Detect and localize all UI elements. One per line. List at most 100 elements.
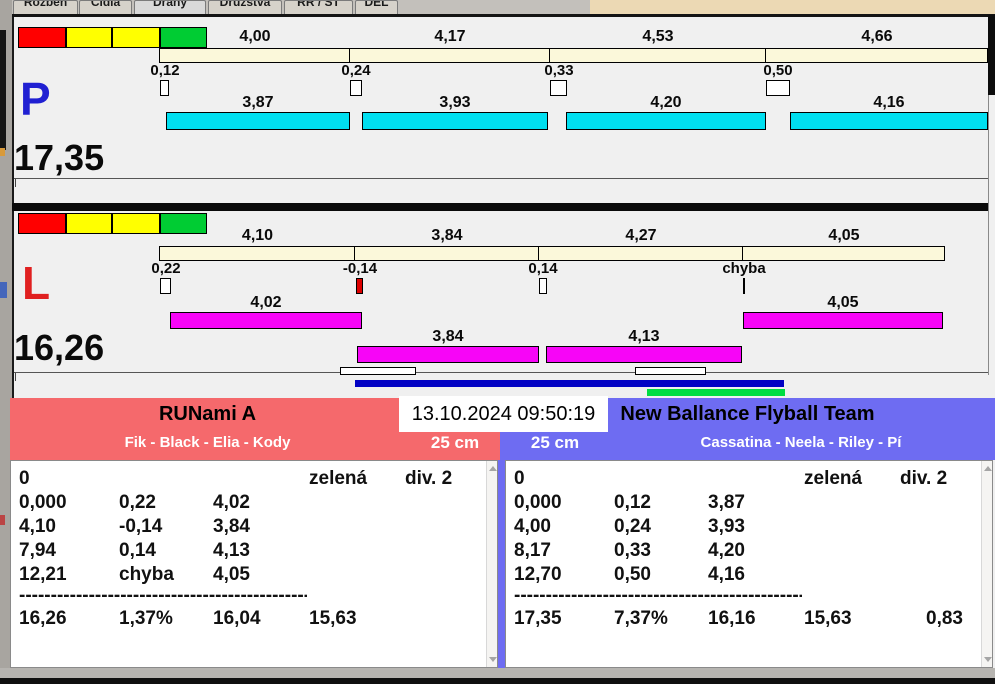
lane-p-run-segment-label: 4,53 — [642, 28, 674, 45]
lane-p-split-label: 4,16 — [873, 94, 905, 111]
lane-l-split-label: 4,13 — [628, 328, 660, 345]
left-table-cell: 3,84 — [213, 516, 250, 537]
right-table-cell: 4,20 — [708, 540, 745, 561]
left-table-separator: ----------------------------------------… — [19, 591, 307, 603]
tab-5[interactable]: RR / ST — [284, 0, 353, 14]
progress-bar-solid — [355, 380, 784, 387]
lane-separator — [12, 203, 988, 211]
lane-l-letter: L — [22, 257, 51, 309]
lane-p-split-label: 4,20 — [650, 94, 682, 111]
window-right-border — [988, 95, 989, 375]
lane-l-changeover-label: chyba — [722, 260, 766, 277]
left-table-cell: 4,05 — [213, 564, 250, 585]
jump-height-left: 25 cm — [430, 433, 480, 452]
progress-bar-outline — [635, 367, 706, 375]
lane-p-letter: P — [20, 73, 51, 125]
lane-l-run-segment-bar — [354, 246, 539, 261]
progress-bar-outline — [340, 367, 416, 375]
results-divider-strip — [498, 460, 505, 668]
lane-l-changeover-box — [539, 278, 547, 294]
timestamp: 13.10.2024 09:50:19 — [411, 403, 596, 425]
right-table-cell: 12,70 — [514, 564, 562, 585]
lane-p-split-label: 3,93 — [439, 94, 471, 111]
tab-1[interactable]: Rozběh — [13, 0, 78, 14]
lane-l-run-segment-bar — [159, 246, 355, 261]
left-table-cell: 4,02 — [213, 492, 250, 513]
lane-l-split-bar — [743, 312, 943, 329]
left-table-cell: 7,94 — [19, 540, 56, 561]
tab-4[interactable]: Družstva — [208, 0, 282, 14]
lane-p-changeover-label: 0,12 — [150, 62, 180, 79]
left-table-cell: 0 — [19, 468, 30, 489]
results-text-right[interactable]: 0 zelená div. 2 0,000 0,12 3,87 4,00 0,24 3,93 8,… — [505, 460, 993, 668]
right-table-cell: 4,16 — [708, 564, 745, 585]
lane-p-changeover-label: 0,50 — [763, 62, 793, 79]
lane-l-changeover-box — [356, 278, 363, 294]
scroll-up-icon[interactable] — [984, 466, 992, 471]
lane-l-split-bar — [170, 312, 362, 329]
right-scrollbar[interactable] — [981, 461, 992, 667]
left-table-cell: div. 2 — [405, 468, 453, 489]
tab-6[interactable]: DEL — [355, 0, 398, 14]
lane-l-split-bar — [357, 346, 539, 363]
lane-p-split-bar — [566, 112, 766, 130]
team-dogs-right: Cassatina - Neela - Riley - Pí — [700, 434, 902, 451]
lane-p-traffic-light-cell — [18, 27, 66, 48]
right-table-cell: 4,00 — [514, 516, 551, 537]
tab-label: Rozběh — [23, 0, 68, 9]
left-table-cell: chyba — [119, 564, 174, 585]
left-table-cell: 12,21 — [19, 564, 67, 585]
tab-label: DEL — [364, 0, 389, 9]
lane-l-bottom-tick — [15, 373, 16, 381]
timestamp-box: 13.10.2024 09:50:19 — [399, 396, 608, 432]
team-name-left: RUNami A — [158, 403, 257, 425]
tab-3[interactable]: Dráhy — [134, 0, 206, 14]
background-window-sliver — [0, 515, 5, 525]
lane-p-changeover-box — [550, 80, 567, 96]
lane-p-run-segment-bar — [159, 48, 350, 63]
lane-l-run-segment-bar — [538, 246, 743, 261]
lane-p-run-segment-bar — [349, 48, 550, 63]
lane-l-run-segment-label: 4,05 — [828, 227, 860, 244]
lane-p-bottom-tick — [15, 179, 16, 187]
scroll-up-icon[interactable] — [489, 466, 497, 471]
left-totals-cell: 16,04 — [213, 608, 261, 629]
right-table-cell: div. 2 — [900, 468, 948, 489]
tab-bar: Rozběh Čidla Dráhy Družstva RR / ST DEL — [12, 0, 590, 14]
lane-p-changeover-label: 0,33 — [544, 62, 574, 79]
lane-p-run-segment-bar — [765, 48, 988, 63]
left-scrollbar[interactable] — [486, 461, 497, 667]
left-table-cell: zelená — [309, 468, 368, 489]
lane-l-bottom-line — [14, 372, 988, 373]
lane-p-split-label: 3,87 — [242, 94, 274, 111]
tab-label: Dráhy — [152, 0, 187, 9]
left-table-cell: 4,13 — [213, 540, 250, 561]
scroll-down-icon[interactable] — [984, 657, 992, 662]
lane-p-run-segment-label: 4,66 — [861, 28, 893, 45]
lane-p-split-bar — [362, 112, 548, 130]
background-window-sliver — [0, 30, 6, 150]
lane-p-changeover-box — [350, 80, 362, 96]
results-text-left[interactable]: 0 zelená div. 2 0,000 0,22 4,02 4,10 -0,14 3,84 7… — [10, 460, 498, 668]
scroll-down-icon[interactable] — [489, 657, 497, 662]
lane-l-changeover-label: -0,14 — [342, 260, 378, 277]
lane-l-traffic-light-cell — [66, 213, 112, 234]
left-table-cell: -0,14 — [119, 516, 163, 537]
right-table-cell: 3,87 — [708, 492, 745, 513]
tab-2[interactable]: Čidla — [79, 0, 132, 14]
right-totals-cell: 0,83 — [926, 608, 963, 629]
lane-p-changeover-label: 0,24 — [341, 62, 371, 79]
right-table-cell: 3,93 — [708, 516, 745, 537]
lane-l-changeover-label: 0,22 — [151, 260, 181, 277]
lane-p-changeover-box — [160, 80, 169, 96]
right-table-cell: 0,33 — [614, 540, 651, 561]
lane-l-run-segment-bar — [742, 246, 945, 261]
lane-l-split-label: 3,84 — [432, 328, 464, 345]
tab-label: Družstva — [219, 0, 271, 9]
lane-l-run-segment-label: 3,84 — [431, 227, 463, 244]
right-table-cell: 8,17 — [514, 540, 551, 561]
left-totals-cell: 15,63 — [309, 608, 357, 629]
jump-height-right: 25 cm — [530, 433, 580, 452]
lane-l-split-label: 4,02 — [250, 294, 282, 311]
background-window-sliver — [0, 282, 7, 298]
